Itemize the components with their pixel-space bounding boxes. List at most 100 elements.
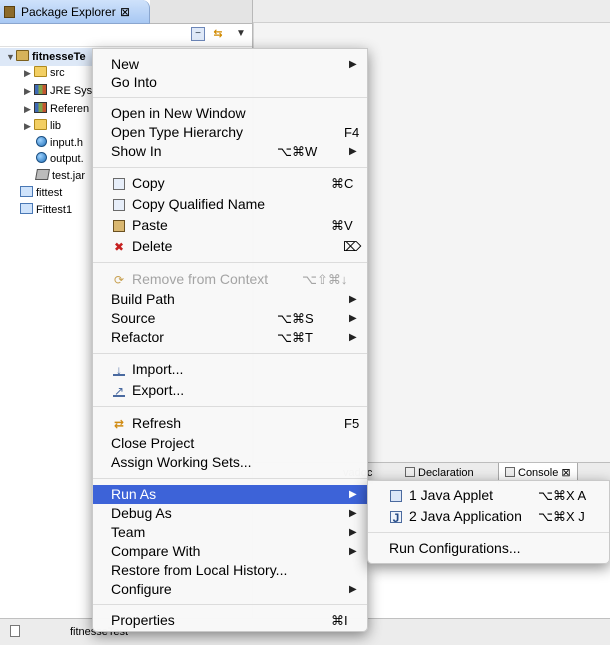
menu-item-label: Open in New Window: [111, 105, 246, 121]
menu-item-label: Build Path: [111, 291, 175, 307]
menu-item-label: New: [111, 56, 140, 72]
menu-separator: [93, 97, 367, 98]
menu-item-label: Configure: [111, 581, 172, 597]
menu-item-assign-working-sets[interactable]: Assign Working Sets...: [93, 453, 367, 472]
menu-item-go-into[interactable]: Go Into: [93, 73, 367, 92]
menu-item-refactor[interactable]: Refactor ⌥⌘T ▶: [93, 328, 367, 347]
menu-item-close-project[interactable]: Close Project: [93, 434, 367, 453]
paste-icon: [113, 220, 125, 232]
copy-icon: [113, 199, 125, 211]
menu-item-label: 1 Java Applet: [409, 487, 494, 503]
menu-item-remove-from-context: ⟳ Remove from Context ⌥⇧⌘↓: [93, 270, 367, 289]
menu-item-export[interactable]: ↗ Export...: [93, 381, 367, 400]
menu-item-label: Export...: [132, 382, 185, 398]
menu-item-configure[interactable]: Configure ▶: [93, 580, 367, 599]
expand-triangle-icon[interactable]: ▶: [24, 100, 34, 118]
menu-item-java-application[interactable]: J 2 Java Application ⌥⌘X J: [368, 507, 609, 526]
expand-triangle-icon[interactable]: ▶: [24, 82, 34, 100]
menu-item-label: Source: [111, 310, 156, 326]
menu-item-team[interactable]: Team ▶: [93, 523, 367, 542]
declaration-icon: [405, 467, 415, 477]
menu-item-shortcut: F4: [344, 125, 360, 140]
menu-item-label: Assign Working Sets...: [111, 454, 252, 470]
close-icon[interactable]: ⊠: [561, 467, 570, 479]
project-icon: [16, 50, 29, 61]
menu-item-import[interactable]: ↓ Import...: [93, 360, 367, 379]
menu-item-label: Open Type Hierarchy: [111, 124, 244, 140]
menu-item-source[interactable]: Source ⌥⌘S ▶: [93, 309, 367, 328]
menu-item-label: Copy Qualified Name: [132, 196, 266, 212]
tree-item[interactable]: Fittest1: [20, 201, 72, 219]
menu-item-delete[interactable]: ✖ Delete ⌦: [93, 237, 367, 256]
menu-item-run-configurations[interactable]: Run Configurations...: [368, 539, 609, 558]
source-folder-icon: [34, 66, 47, 77]
tree-item-label: Fittest1: [36, 204, 73, 216]
jar-icon: [35, 169, 50, 180]
tree-item[interactable]: ▶ src: [24, 64, 65, 82]
submenu-arrow-icon: ▶: [349, 527, 357, 538]
menu-item-new[interactable]: New ▶: [93, 55, 367, 74]
menu-item-open-in-new-window[interactable]: Open in New Window: [93, 104, 367, 123]
tree-item[interactable]: ▶ lib: [24, 117, 61, 135]
view-menu-icon[interactable]: ▼: [234, 27, 248, 41]
menu-item-java-applet[interactable]: 1 Java Applet ⌥⌘X A: [368, 486, 609, 505]
menu-item-shortcut: ⌥⌘T: [277, 330, 313, 345]
menu-item-show-in[interactable]: Show In ⌥⌘W ▶: [93, 142, 367, 161]
menu-item-label: Team: [111, 524, 146, 540]
package-explorer-tab-label: Package Explorer: [21, 5, 116, 19]
submenu-arrow-icon: ▶: [349, 489, 357, 500]
menu-item-label: Delete: [132, 238, 173, 254]
remove-from-context-icon: ⟳: [113, 273, 125, 287]
menu-item-label: Paste: [132, 217, 168, 233]
menu-item-properties[interactable]: Properties ⌘I: [93, 611, 367, 630]
menu-item-open-type-hierarchy[interactable]: Open Type Hierarchy F4: [93, 123, 367, 142]
menu-item-build-path[interactable]: Build Path ▶: [93, 290, 367, 309]
fast-view-icon[interactable]: [10, 625, 20, 637]
menu-item-label: Run As: [111, 486, 157, 502]
menu-separator: [93, 262, 367, 263]
tree-item[interactable]: test.jar: [35, 167, 85, 185]
menu-item-copy-qualified-name[interactable]: Copy Qualified Name: [93, 195, 367, 214]
menu-item-label: Show In: [111, 143, 162, 159]
menu-item-restore-from-local-history[interactable]: Restore from Local History...: [93, 561, 367, 580]
menu-separator: [93, 406, 367, 407]
menu-item-compare-with[interactable]: Compare With ▶: [93, 542, 367, 561]
java-applet-icon: [390, 490, 402, 502]
tree-item[interactable]: ▶ JRE Sys: [24, 82, 92, 100]
expand-triangle-icon[interactable]: ▶: [24, 117, 34, 135]
submenu-arrow-icon: ▶: [349, 294, 357, 305]
submenu-arrow-icon: ▶: [349, 146, 357, 157]
context-menu: New ▶ Go Into Open in New Window Open Ty…: [92, 48, 368, 632]
menu-item-debug-as[interactable]: Debug As ▶: [93, 504, 367, 523]
view-tab-strip: [150, 0, 252, 24]
library-icon: [34, 102, 47, 113]
menu-item-paste[interactable]: Paste ⌘V: [93, 216, 367, 235]
submenu-arrow-icon: ▶: [349, 313, 357, 324]
close-icon[interactable]: ⊠: [120, 0, 130, 24]
package-explorer-tab[interactable]: Package Explorer ⊠: [0, 0, 150, 24]
delete-icon: ✖: [113, 240, 125, 254]
menu-item-shortcut: F5: [344, 416, 360, 431]
menu-item-label: Go Into: [111, 74, 157, 90]
menu-item-run-as[interactable]: Run As ▶: [93, 485, 367, 504]
export-icon: ↗: [113, 384, 125, 398]
html-file-icon: [36, 136, 47, 147]
menu-item-shortcut: ⌦: [343, 239, 362, 254]
menu-item-shortcut: ⌘V: [331, 218, 353, 233]
link-with-editor-icon[interactable]: ⇆: [211, 27, 225, 41]
menu-item-shortcut: ⌥⌘S: [277, 311, 314, 326]
submenu-arrow-icon: ▶: [349, 508, 357, 519]
tree-item[interactable]: output.: [36, 150, 84, 168]
expand-triangle-icon[interactable]: ▶: [24, 64, 34, 82]
expand-triangle-icon[interactable]: ▼: [6, 48, 16, 66]
menu-separator: [93, 167, 367, 168]
collapse-all-icon[interactable]: −: [191, 27, 205, 41]
tree-item[interactable]: ▶ Referen: [24, 100, 89, 118]
menu-item-copy[interactable]: Copy ⌘C: [93, 174, 367, 193]
menu-item-label: Compare With: [111, 543, 201, 559]
menu-item-label: Close Project: [111, 435, 195, 451]
tree-item[interactable]: fittest: [20, 184, 62, 202]
submenu-arrow-icon: ▶: [349, 59, 357, 70]
menu-item-refresh[interactable]: ⇄ Refresh F5: [93, 414, 367, 433]
library-icon: [34, 84, 47, 95]
